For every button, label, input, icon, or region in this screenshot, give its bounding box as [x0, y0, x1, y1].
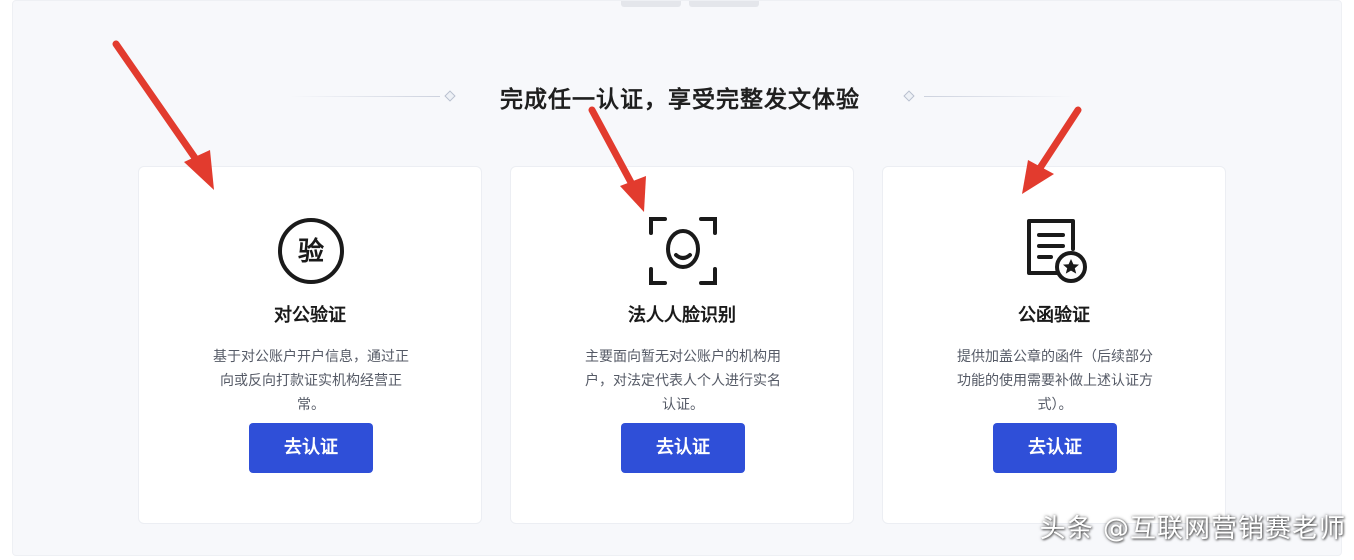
diamond-icon [444, 90, 456, 102]
top-tab-stub [621, 1, 681, 7]
diamond-icon [903, 90, 915, 102]
card-corporate-account-verification: 验 对公验证 基于对公账户开户信息，通过正 向或反向打款证实机构经营正 常。 去… [138, 166, 482, 524]
seal-verify-icon-glyph: 验 [298, 236, 324, 267]
card-title: 法人人脸识别 [628, 305, 736, 326]
annotation-arrow-icon [1022, 106, 1082, 194]
heading-divider-right [924, 96, 1074, 97]
card-official-letter-verification: 公函验证 提供加盖公章的函件（后续部分 功能的使用需要补做上述认证方 式）。 去… [882, 166, 1226, 524]
verify-button[interactable]: 去认证 [621, 423, 745, 473]
card-description-line: 提供加盖公章的函件（后续部分 [957, 349, 1153, 365]
card-description-line: 向或反向打款证实机构经营正 [220, 373, 402, 389]
card-description: 提供加盖公章的函件（后续部分 功能的使用需要补做上述认证方 式）。 [931, 345, 1179, 417]
annotation-arrow-icon [112, 40, 214, 190]
face-scan-icon [647, 215, 719, 287]
card-description-line: 主要面向暂无对公账户的机构用 [585, 349, 781, 365]
watermark: 头条 @互联网营销赛老师 [1039, 514, 1346, 544]
card-description-line: 常。 [297, 397, 325, 413]
card-description: 主要面向暂无对公账户的机构用 户，对法定代表人个人进行实名 认证。 [559, 345, 807, 417]
card-description-line: 户，对法定代表人个人进行实名 [585, 373, 781, 389]
card-title: 对公验证 [274, 305, 346, 326]
card-description-line: 功能的使用需要补做上述认证方 [957, 373, 1153, 389]
card-description-line: 认证。 [662, 397, 704, 413]
top-tab-stub [689, 1, 759, 7]
seal-verify-icon: 验 [275, 215, 347, 287]
card-description: 基于对公账户开户信息，通过正 向或反向打款证实机构经营正 常。 [187, 345, 435, 417]
verify-button[interactable]: 去认证 [249, 423, 373, 473]
card-title: 公函验证 [1018, 305, 1090, 326]
verify-button[interactable]: 去认证 [993, 423, 1117, 473]
annotation-arrow-icon [588, 106, 646, 212]
page-title: 完成任一认证，享受完整发文体验 [500, 87, 860, 113]
official-letter-icon [1019, 215, 1091, 287]
card-description-line: 基于对公账户开户信息，通过正 [213, 349, 409, 365]
heading-divider-left [290, 96, 440, 97]
card-face-recognition: 法人人脸识别 主要面向暂无对公账户的机构用 户，对法定代表人个人进行实名 认证。… [510, 166, 854, 524]
card-description-line: 式）。 [1037, 397, 1073, 413]
